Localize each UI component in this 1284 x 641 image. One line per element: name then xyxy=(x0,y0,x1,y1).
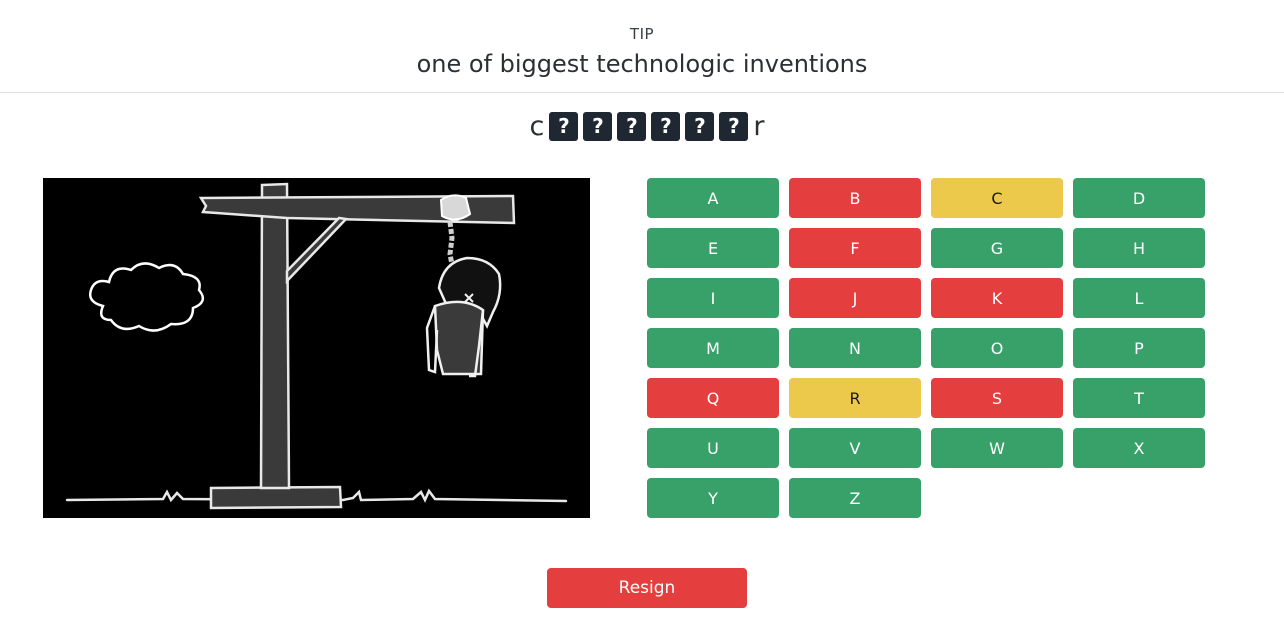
letter-key-r[interactable]: R xyxy=(789,378,921,418)
letter-key-s[interactable]: S xyxy=(931,378,1063,418)
letter-key-p[interactable]: P xyxy=(1073,328,1205,368)
hangman-drawing xyxy=(43,178,590,518)
hidden-letter-tile: ? xyxy=(549,111,579,141)
letter-key-i[interactable]: I xyxy=(647,278,779,318)
rope-knot xyxy=(439,194,472,221)
gallows-pole xyxy=(259,182,291,490)
letter-key-h[interactable]: H xyxy=(1073,228,1205,268)
letter-key-v[interactable]: V xyxy=(789,428,921,468)
word-letter: r xyxy=(753,110,765,142)
letter-key-j[interactable]: J xyxy=(789,278,921,318)
letter-key-a[interactable]: A xyxy=(647,178,779,218)
gallows-base xyxy=(209,485,343,510)
letter-key-o[interactable]: O xyxy=(931,328,1063,368)
letter-key-z[interactable]: Z xyxy=(789,478,921,518)
word-display: c?????? r xyxy=(0,106,1284,146)
letter-key-m[interactable]: M xyxy=(647,328,779,368)
tip-text: one of biggest technologic inventions xyxy=(416,50,868,78)
hidden-letter-tile: ? xyxy=(617,111,647,141)
letter-key-x[interactable]: X xyxy=(1073,428,1205,468)
letter-key-t[interactable]: T xyxy=(1073,378,1205,418)
letter-key-g[interactable]: G xyxy=(931,228,1063,268)
hangman-illustration xyxy=(65,182,568,510)
hidden-letter-tile: ? xyxy=(685,111,715,141)
letter-key-d[interactable]: D xyxy=(1073,178,1205,218)
letter-key-n[interactable]: N xyxy=(789,328,921,368)
letter-key-f[interactable]: F xyxy=(789,228,921,268)
tip-label: TIP xyxy=(629,25,655,43)
letter-key-w[interactable]: W xyxy=(931,428,1063,468)
letter-key-y[interactable]: Y xyxy=(647,478,779,518)
letter-key-k[interactable]: K xyxy=(931,278,1063,318)
resign-button[interactable]: Resign xyxy=(547,568,747,608)
letter-key-e[interactable]: E xyxy=(647,228,779,268)
letter-key-b[interactable]: B xyxy=(789,178,921,218)
gallows-brace xyxy=(285,216,349,285)
letter-key-u[interactable]: U xyxy=(647,428,779,468)
header: TIP one of biggest technologic invention… xyxy=(0,0,1284,93)
hidden-letter-tile: ? xyxy=(719,111,749,141)
letter-key-q[interactable]: Q xyxy=(647,378,779,418)
letter-key-l[interactable]: L xyxy=(1073,278,1205,318)
word-letter: c xyxy=(529,110,545,142)
hidden-letter-tile: ? xyxy=(583,111,613,141)
letter-key-c[interactable]: C xyxy=(931,178,1063,218)
cloud xyxy=(89,262,205,332)
hidden-letter-tile: ? xyxy=(651,111,681,141)
letter-keyboard: ABCD EFGH IJKL MNOP QRST UVWX YZ xyxy=(647,178,1207,518)
